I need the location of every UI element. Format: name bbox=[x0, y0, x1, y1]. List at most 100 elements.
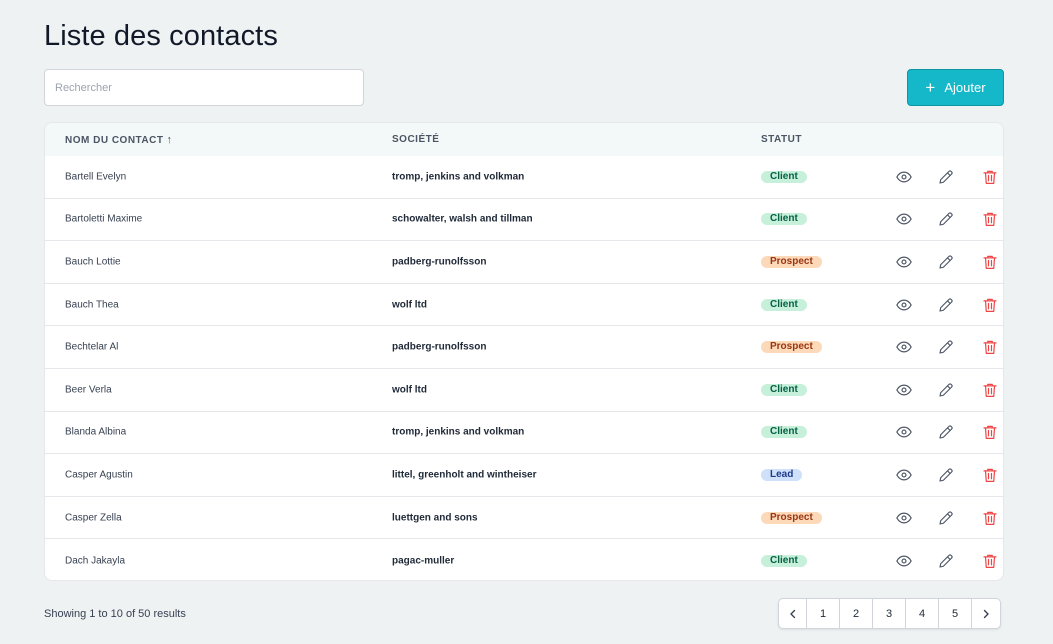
contact-name: Casper Agustin bbox=[65, 469, 133, 481]
contact-company: pagac-muller bbox=[392, 555, 455, 567]
eye-icon bbox=[895, 253, 913, 271]
pencil-icon bbox=[937, 338, 955, 356]
trash-icon bbox=[981, 253, 999, 271]
delete-contact-button[interactable] bbox=[981, 296, 999, 314]
edit-contact-button[interactable] bbox=[937, 466, 955, 484]
column-header-status: STATUT bbox=[761, 134, 802, 145]
chevron-right-icon bbox=[983, 609, 989, 618]
trash-icon bbox=[981, 381, 999, 399]
contact-name: Dach Jakayla bbox=[65, 555, 126, 567]
delete-contact-button[interactable] bbox=[981, 338, 999, 356]
status-cell: Client bbox=[761, 170, 807, 183]
prev-page-button[interactable] bbox=[779, 599, 807, 628]
delete-contact-button[interactable] bbox=[981, 552, 999, 570]
delete-contact-button[interactable] bbox=[981, 509, 999, 527]
pagination: 1 2 3 4 5 bbox=[778, 598, 1001, 629]
contact-name: Beer Verla bbox=[65, 384, 112, 396]
status-badge: Prospect bbox=[761, 255, 822, 268]
edit-contact-button[interactable] bbox=[937, 509, 955, 527]
edit-contact-button[interactable] bbox=[937, 552, 955, 570]
edit-contact-button[interactable] bbox=[937, 210, 955, 228]
edit-contact-button[interactable] bbox=[937, 423, 955, 441]
table-row: Casper Zella luettgen and sons Prospect bbox=[45, 497, 1003, 540]
page-button-2[interactable]: 2 bbox=[840, 599, 873, 628]
eye-icon bbox=[895, 296, 913, 314]
edit-contact-button[interactable] bbox=[937, 381, 955, 399]
add-contact-button[interactable]: + Ajouter bbox=[907, 69, 1004, 106]
status-cell: Lead bbox=[761, 468, 803, 481]
trash-icon bbox=[981, 210, 999, 228]
pencil-icon bbox=[937, 381, 955, 399]
status-cell: Prospect bbox=[761, 341, 822, 354]
contact-company: tromp, jenkins and volkman bbox=[392, 426, 525, 438]
pencil-icon bbox=[937, 552, 955, 570]
eye-icon bbox=[895, 466, 913, 484]
add-button-label: Ajouter bbox=[944, 80, 986, 95]
contacts-page: Liste des contacts + Ajouter NOM DU CONT… bbox=[0, 0, 1053, 644]
contact-company: tromp, jenkins and volkman bbox=[392, 171, 525, 183]
status-badge: Client bbox=[761, 170, 807, 183]
next-page-button[interactable] bbox=[972, 599, 1000, 628]
view-contact-button[interactable] bbox=[895, 381, 913, 399]
table-header: NOM DU CONTACT ↑ SOCIÉTÉ STATUT bbox=[45, 123, 1003, 156]
chevron-left-icon bbox=[789, 609, 795, 618]
status-badge: Prospect bbox=[761, 341, 822, 354]
trash-icon bbox=[981, 296, 999, 314]
pencil-icon bbox=[937, 210, 955, 228]
eye-icon bbox=[895, 552, 913, 570]
eye-icon bbox=[895, 210, 913, 228]
delete-contact-button[interactable] bbox=[981, 381, 999, 399]
eye-icon bbox=[895, 381, 913, 399]
contact-name: Blanda Albina bbox=[65, 426, 127, 438]
contact-name: Bartell Evelyn bbox=[65, 171, 127, 183]
delete-contact-button[interactable] bbox=[981, 210, 999, 228]
status-badge: Client bbox=[761, 554, 807, 567]
contact-name: Casper Zella bbox=[65, 512, 122, 524]
table-row: Beer Verla wolf ltd Client bbox=[45, 369, 1003, 412]
page-button-1[interactable]: 1 bbox=[807, 599, 840, 628]
eye-icon bbox=[895, 423, 913, 441]
view-contact-button[interactable] bbox=[895, 253, 913, 271]
status-cell: Client bbox=[761, 554, 807, 567]
view-contact-button[interactable] bbox=[895, 509, 913, 527]
eye-icon bbox=[895, 168, 913, 186]
edit-contact-button[interactable] bbox=[937, 253, 955, 271]
table-row: Dach Jakayla pagac-muller Client bbox=[45, 539, 1003, 580]
delete-contact-button[interactable] bbox=[981, 423, 999, 441]
pencil-icon bbox=[937, 253, 955, 271]
column-header-name[interactable]: NOM DU CONTACT ↑ bbox=[65, 134, 172, 146]
page-button-3[interactable]: 3 bbox=[873, 599, 906, 628]
delete-contact-button[interactable] bbox=[981, 168, 999, 186]
pencil-icon bbox=[937, 423, 955, 441]
table-row: Casper Agustin littel, greenholt and wint… bbox=[45, 454, 1003, 497]
view-contact-button[interactable] bbox=[895, 338, 913, 356]
view-contact-button[interactable] bbox=[895, 210, 913, 228]
contact-company: padberg-runolfsson bbox=[392, 256, 487, 268]
column-name-label: NOM DU CONTACT bbox=[65, 135, 164, 146]
view-contact-button[interactable] bbox=[895, 423, 913, 441]
page-button-5[interactable]: 5 bbox=[939, 599, 972, 628]
search-input[interactable] bbox=[44, 69, 364, 106]
delete-contact-button[interactable] bbox=[981, 466, 999, 484]
trash-icon bbox=[981, 168, 999, 186]
table-row: Bartoletti Maxime schowalter, walsh and t… bbox=[45, 199, 1003, 242]
eye-icon bbox=[895, 338, 913, 356]
contact-name: Bartoletti Maxime bbox=[65, 213, 143, 225]
table-row: Blanda Albina tromp, jenkins and volkman C… bbox=[45, 412, 1003, 455]
trash-icon bbox=[981, 552, 999, 570]
view-contact-button[interactable] bbox=[895, 296, 913, 314]
delete-contact-button[interactable] bbox=[981, 253, 999, 271]
status-cell: Prospect bbox=[761, 511, 822, 524]
edit-contact-button[interactable] bbox=[937, 296, 955, 314]
page-button-4[interactable]: 4 bbox=[906, 599, 939, 628]
view-contact-button[interactable] bbox=[895, 168, 913, 186]
edit-contact-button[interactable] bbox=[937, 338, 955, 356]
table-row: Bauch Lottie padberg-runolfsson Prospect bbox=[45, 241, 1003, 284]
view-contact-button[interactable] bbox=[895, 552, 913, 570]
edit-contact-button[interactable] bbox=[937, 168, 955, 186]
view-contact-button[interactable] bbox=[895, 466, 913, 484]
page-title: Liste des contacts bbox=[44, 20, 278, 52]
trash-icon bbox=[981, 423, 999, 441]
plus-icon: + bbox=[925, 78, 936, 97]
sort-ascending-icon: ↑ bbox=[166, 134, 173, 146]
